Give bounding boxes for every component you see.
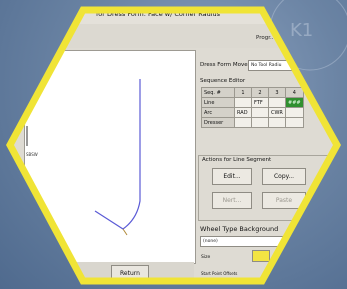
screenshot-stage: K1 for Dress Form: Face w/ Corner Radius… [0,0,347,289]
hexagon-frame [6,6,342,285]
